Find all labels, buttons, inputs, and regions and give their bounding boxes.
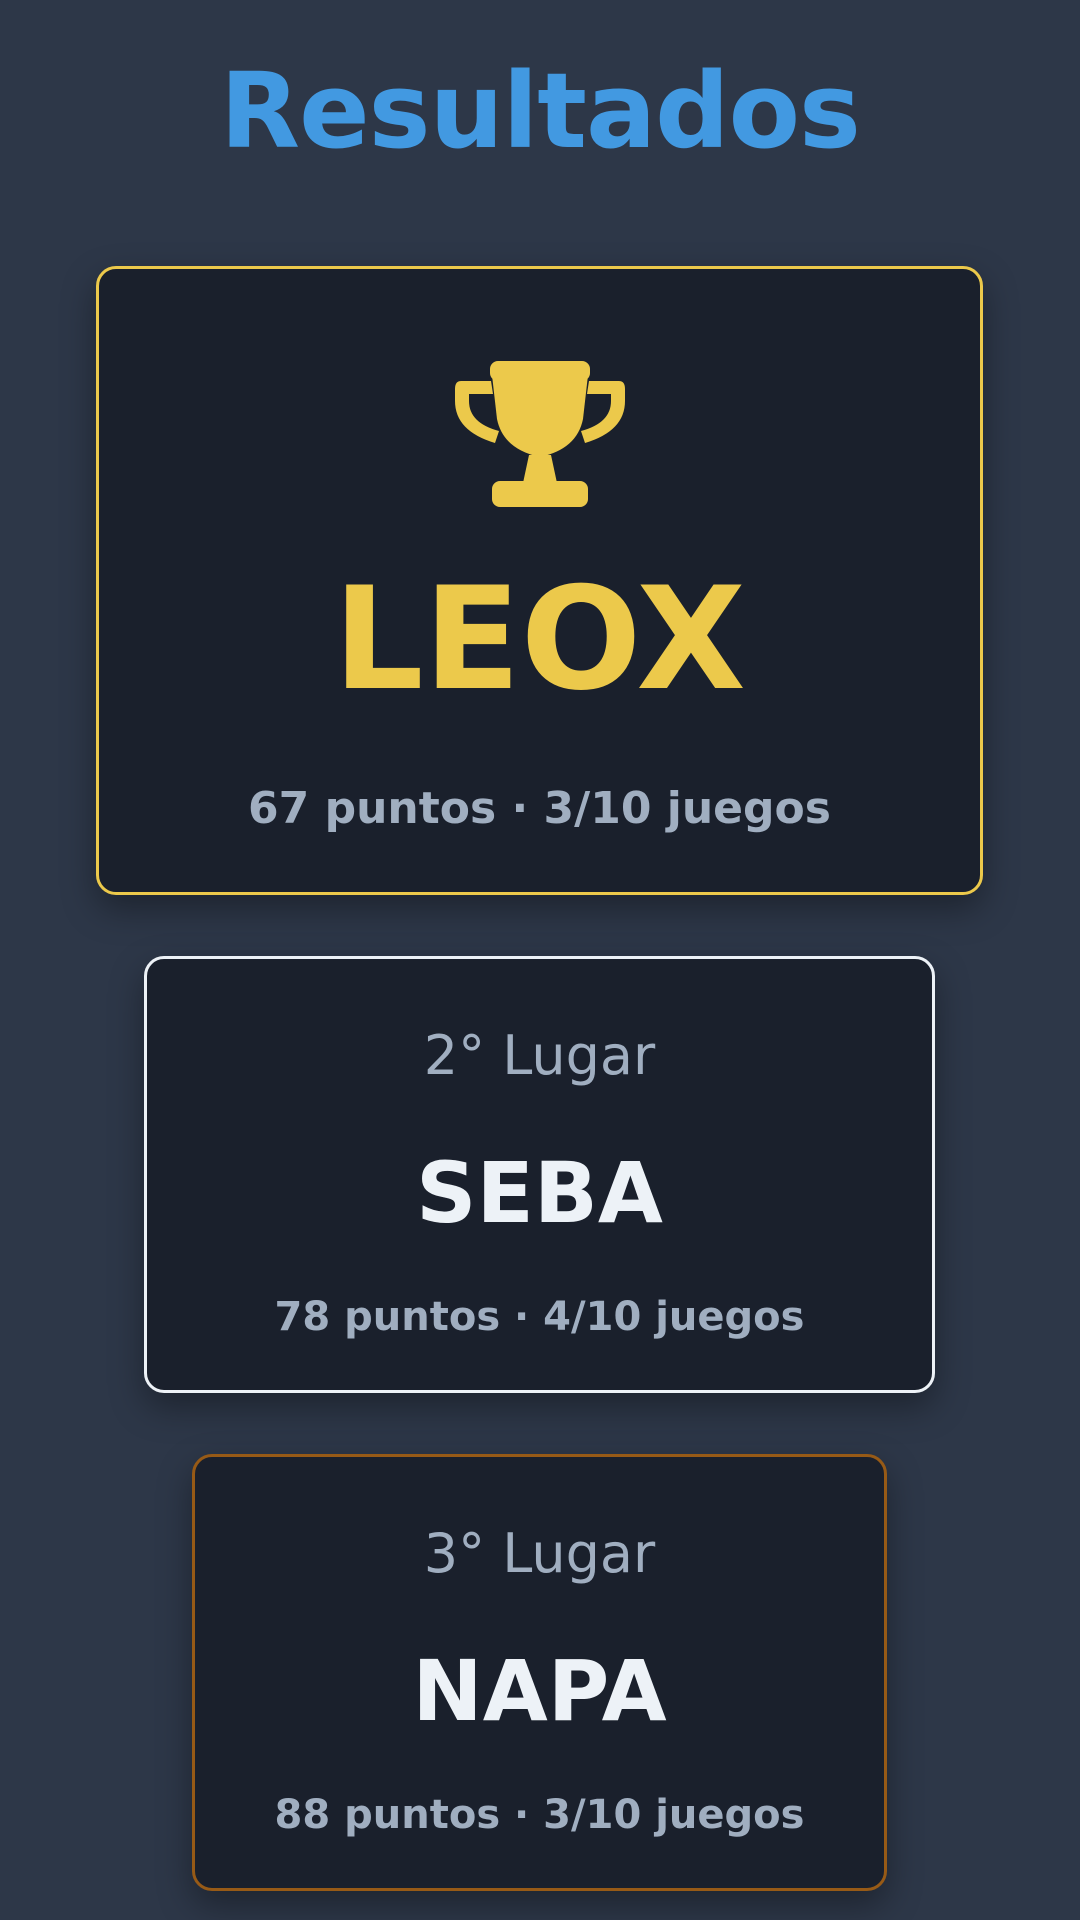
third-place-stats: 88 puntos · 3/10 juegos	[274, 1792, 805, 1838]
second-place-card: 2° Lugar SEBA 78 puntos · 4/10 juegos	[144, 956, 935, 1393]
results-screen: Resultados LEOX 67 puntos · 3/10 juegos …	[0, 0, 1080, 1920]
second-place-label: 2° Lugar	[423, 1024, 656, 1087]
winner-name: LEOX	[333, 557, 746, 722]
third-place-name: NAPA	[412, 1642, 667, 1740]
winner-stats: 67 puntos · 3/10 juegos	[248, 783, 831, 834]
second-place-name: SEBA	[416, 1144, 663, 1242]
trophy-icon	[454, 361, 625, 507]
page-title: Resultados	[220, 50, 861, 172]
third-place-card: 3° Lugar NAPA 88 puntos · 3/10 juegos	[192, 1454, 887, 1891]
third-place-label: 3° Lugar	[423, 1522, 656, 1585]
first-place-card: LEOX 67 puntos · 3/10 juegos	[96, 266, 983, 895]
second-place-stats: 78 puntos · 4/10 juegos	[274, 1294, 805, 1340]
